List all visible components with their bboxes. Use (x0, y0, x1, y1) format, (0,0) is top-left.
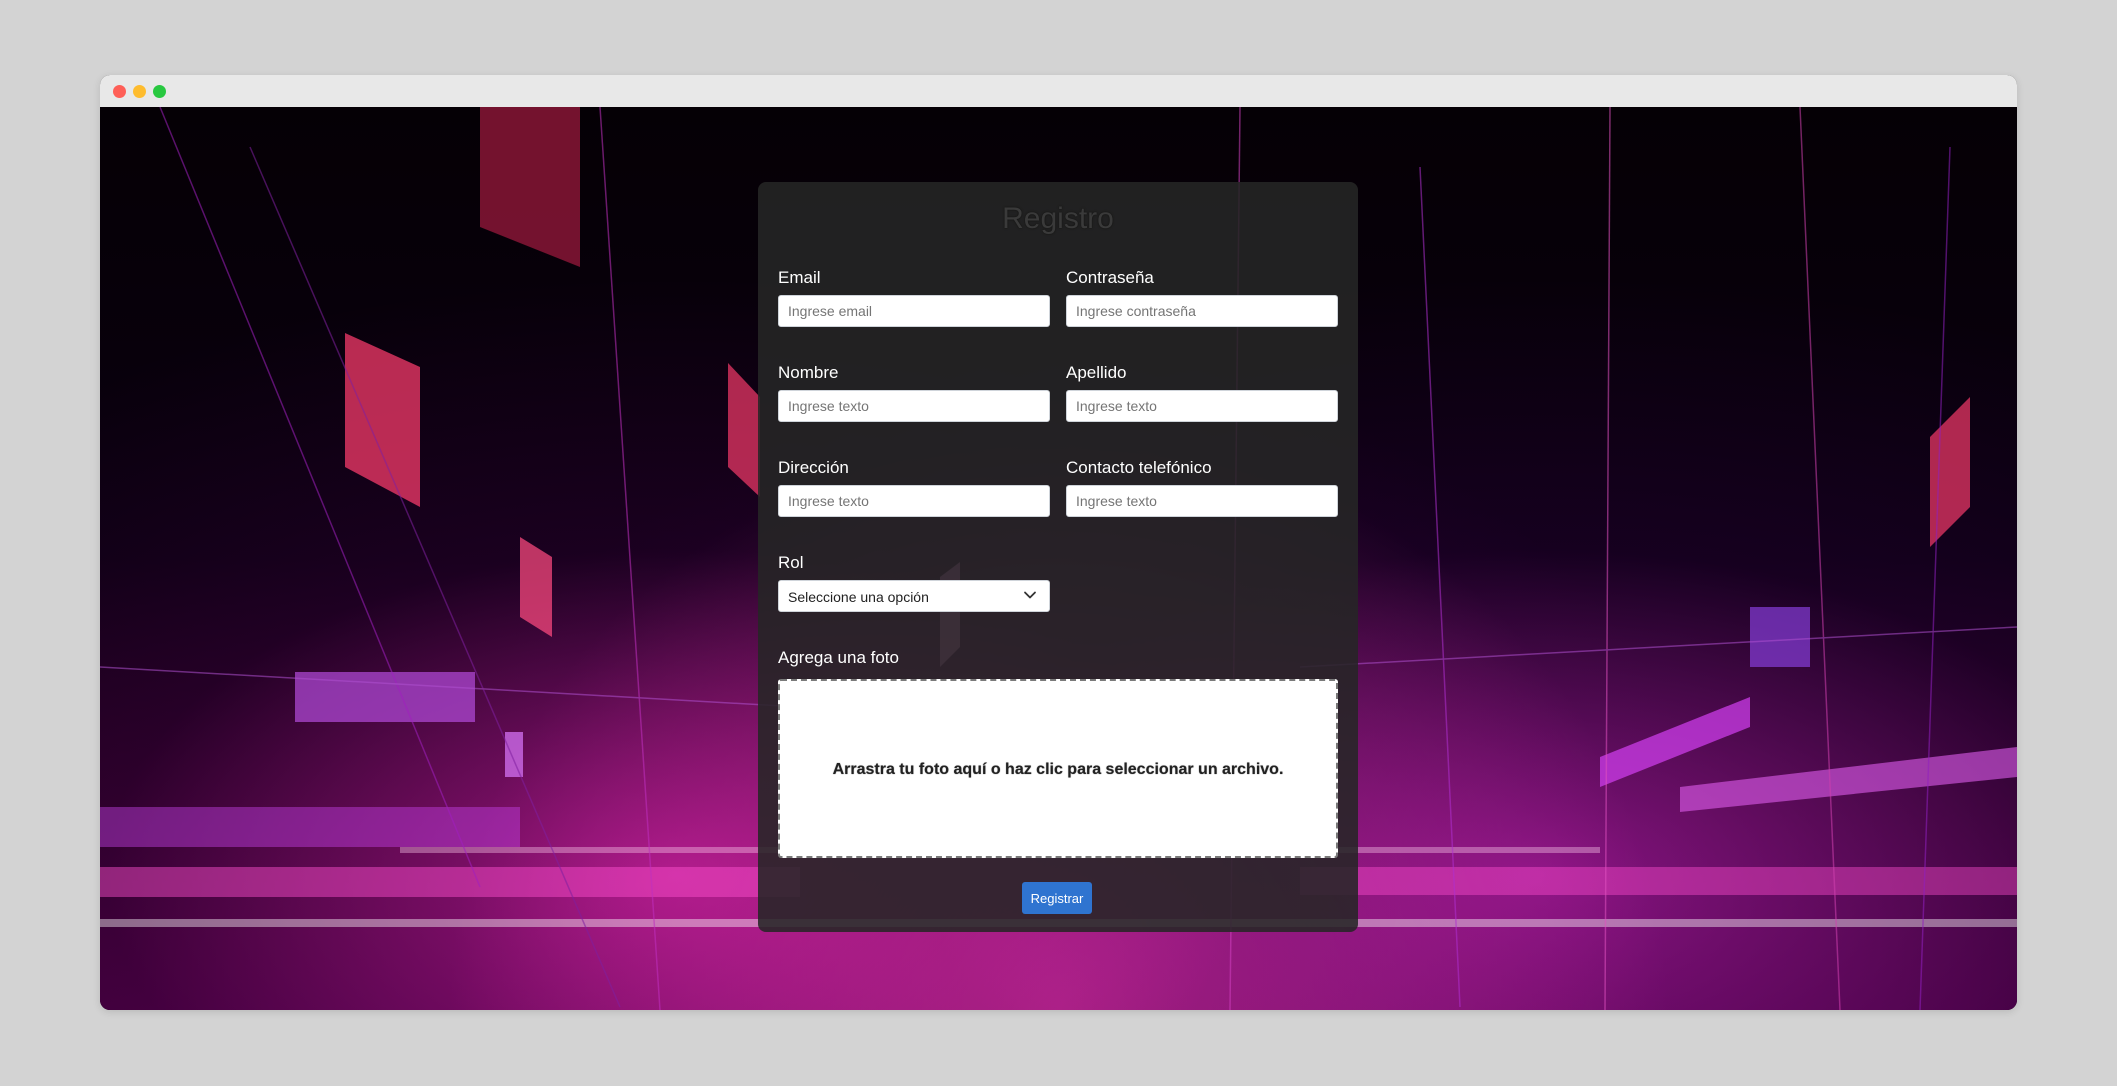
page-title: Registro (1002, 202, 1114, 235)
phone-label: Contacto telefónico (1066, 458, 1212, 477)
minimize-dot[interactable] (133, 85, 146, 98)
role-select-value: Seleccione una opción (788, 589, 929, 605)
maximize-dot[interactable] (153, 85, 166, 98)
last-name-label: Apellido (1066, 363, 1127, 382)
phone-field[interactable] (1066, 485, 1338, 517)
last-name-field[interactable] (1066, 390, 1338, 422)
page-viewport: Registro Email Contraseña Nombre Apellid… (100, 107, 2017, 1010)
registration-panel: Registro Email Contraseña Nombre Apellid… (758, 182, 1358, 932)
chevron-down-icon (1024, 591, 1036, 599)
role-select[interactable]: Seleccione una opción (778, 580, 1050, 612)
password-field[interactable] (1066, 295, 1338, 327)
register-button[interactable]: Registrar (1022, 882, 1092, 914)
window-titlebar (100, 75, 2017, 107)
photo-dropzone[interactable]: Arrastra tu foto aquí o haz clic para se… (778, 679, 1338, 858)
email-field[interactable] (778, 295, 1050, 327)
address-label: Dirección (778, 458, 849, 477)
photo-label: Agrega una foto (778, 648, 899, 667)
address-field[interactable] (778, 485, 1050, 517)
password-label: Contraseña (1066, 268, 1154, 287)
close-dot[interactable] (113, 85, 126, 98)
email-label: Email (778, 268, 821, 287)
first-name-field[interactable] (778, 390, 1050, 422)
role-label: Rol (778, 553, 804, 572)
dropzone-instructions: Arrastra tu foto aquí o haz clic para se… (832, 761, 1284, 778)
browser-window: Registro Email Contraseña Nombre Apellid… (100, 75, 2017, 1010)
first-name-label: Nombre (778, 363, 839, 382)
